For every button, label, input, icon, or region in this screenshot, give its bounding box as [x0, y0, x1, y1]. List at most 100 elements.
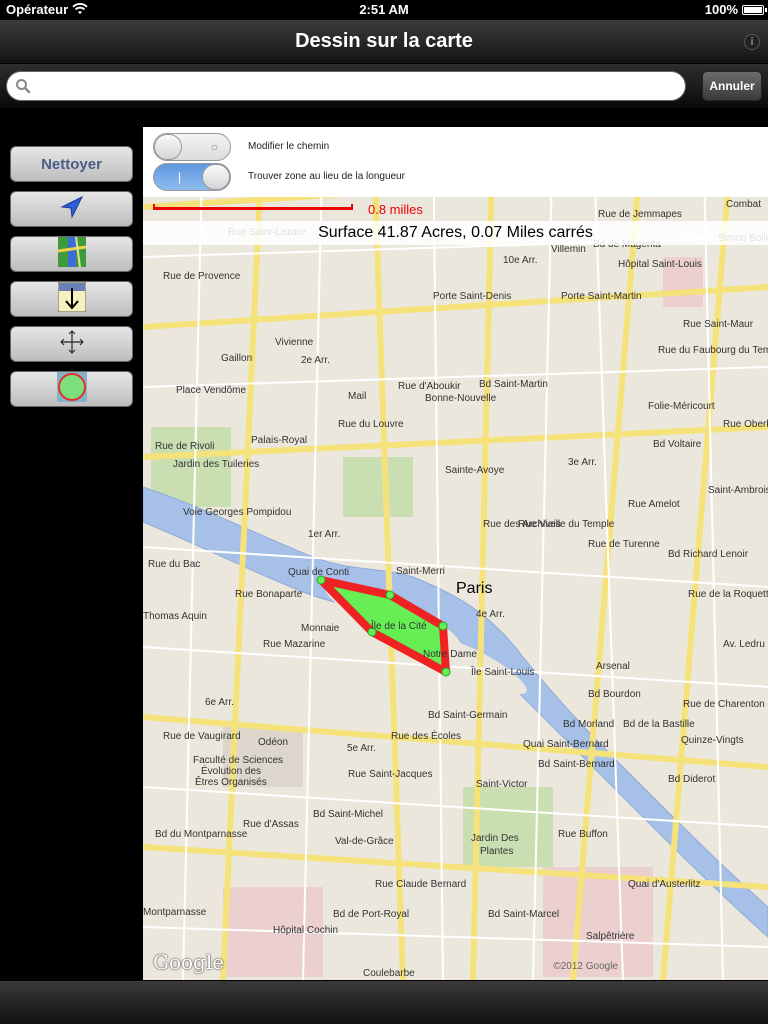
drop-down-arrow-icon — [57, 281, 86, 317]
map-place-label: Jardin Des — [471, 833, 519, 844]
map-place-label: Bd du Montparnasse — [155, 829, 248, 840]
map-place-label: Rue de Vaugirard — [163, 731, 241, 742]
map-place-label: Rue Mazarine — [263, 639, 326, 650]
polygon-vertex[interactable] — [385, 590, 395, 600]
map-place-label: Sainte-Avoye — [445, 465, 505, 476]
map-place-label: Rue Buffon — [558, 829, 608, 840]
map-place-label: Coulebarbe — [363, 968, 415, 979]
clear-button[interactable]: Nettoyer — [10, 146, 133, 182]
map-canvas[interactable]: CombatRue Saint-LazareSimon BolivarVille… — [143, 127, 768, 980]
map-place-label: Bd Saint-Michel — [313, 809, 383, 820]
battery-percent: 100% — [704, 2, 738, 17]
map-place-label: Salpêtrière — [586, 931, 635, 942]
map-place-label: Val-de-Grâce — [335, 836, 394, 847]
map-place-label: Odéon — [258, 737, 288, 748]
google-logo: Google — [153, 950, 225, 974]
map-place-label: Jardin des Tuileries — [173, 459, 259, 470]
map-place-label: Voie Georges Pompidou — [183, 507, 291, 518]
map-place-label: Île Saint-Louis — [470, 665, 534, 678]
map-place-label: Rue du Faubourg du Temple — [658, 345, 768, 356]
map-place-label: Quai d'Austerlitz — [628, 879, 701, 890]
map-place-label: Mail — [348, 391, 366, 402]
map-place-label: 2e Arr. — [301, 355, 330, 366]
map-place-label: Porte Saint-Martin — [561, 291, 642, 302]
map-place-label: Palais-Royal — [251, 435, 307, 446]
map-place-label: Rue de Rivoli — [155, 441, 214, 452]
battery-icon — [742, 5, 767, 15]
park-palais-royal — [343, 457, 413, 517]
info-icon[interactable]: i — [744, 34, 760, 50]
search-input[interactable] — [37, 76, 677, 98]
tool-sidebar: Nettoyer — [0, 108, 143, 980]
map-place-label: Av. Ledru Rollin — [723, 639, 768, 650]
switch-knob — [202, 164, 230, 190]
map-place-label: Bd Bourdon — [588, 689, 641, 700]
map-place-label: Rue de Provence — [163, 271, 241, 282]
map-place-label: Île de la Cité — [370, 619, 427, 632]
map-place-label: Êtres Organisés — [195, 775, 267, 788]
map-place-label: Rue de Turenne — [588, 539, 660, 550]
polygon-vertex[interactable] — [438, 621, 448, 631]
map-place-label: Rue Bonaparte — [235, 589, 303, 600]
map-place-label: Rue des Archives — [483, 519, 561, 530]
map-place-label: Rue Saint-Jacques — [348, 769, 433, 780]
map-place-label: Bd de Port-Royal — [333, 909, 409, 920]
map-place-label: Bd Richard Lenoir — [668, 549, 749, 560]
map-place-label: Rue de la Roquette — [688, 589, 768, 600]
map-place-label: Rue Oberkampf — [723, 419, 768, 430]
switch-off-mark-icon: ○ — [210, 140, 218, 154]
navigation-bar: Dessin sur la carte i — [0, 20, 768, 64]
surface-result: Surface 41.87 Acres, 0.07 Miles carrés — [143, 221, 768, 245]
cancel-button[interactable]: Annuler — [702, 71, 762, 101]
map-place-label: Quai de Conti — [288, 567, 349, 578]
map-place-label: Place Vendôme — [176, 385, 246, 396]
map-place-label: Rue de Jemmapes — [598, 209, 682, 220]
map-place-label: Bd Saint-Martin — [479, 379, 548, 390]
map-place-label: Monnaie — [301, 623, 340, 634]
switch-on-mark-icon: | — [178, 170, 182, 184]
map-place-label: Villemin — [551, 244, 586, 255]
modify-path-label: Modifier le chemin — [248, 141, 330, 152]
map-place-label: Quai Saint-Bernard — [523, 739, 609, 750]
scale-bar — [153, 204, 353, 210]
search-field[interactable] — [6, 71, 686, 101]
map-view[interactable]: CombatRue Saint-LazareSimon BolivarVille… — [143, 127, 768, 980]
map-place-label: Rue Saint-Maur — [683, 319, 754, 330]
map-place-label: Rue d'Assas — [243, 819, 299, 830]
map-place-label: Rue du Bac — [148, 559, 200, 570]
map-place-label: 5e Arr. — [347, 743, 376, 754]
map-place-label: Bd Saint-Bernard — [538, 759, 615, 770]
map-place-label: Bd de la Bastille — [623, 719, 695, 730]
clock: 2:51 AM — [359, 2, 409, 17]
location-arrow-icon — [59, 195, 84, 224]
map-place-label: Notre Dame — [423, 649, 477, 660]
find-area-label: Trouver zone au lieu de la longueur — [248, 171, 405, 182]
map-place-label: Bonne-Nouvelle — [425, 393, 497, 404]
pan-button[interactable] — [10, 326, 133, 362]
page-title: Dessin sur la carte — [295, 30, 473, 52]
map-place-label: Hôpital Cochin — [273, 925, 338, 936]
map-place-label: Gaillon — [221, 353, 252, 364]
status-bar: Opérateur 2:51 AM 100% — [0, 0, 768, 20]
drop-pin-button[interactable] — [10, 281, 133, 317]
map-type-icon — [57, 236, 86, 272]
map-place-label: 3e Arr. — [568, 457, 597, 468]
options-panel: ○ Modifier le chemin | Trouver zone au l… — [143, 127, 768, 197]
map-place-label: Saint-Merri — [396, 566, 445, 577]
map-type-button[interactable] — [10, 236, 133, 272]
map-place-label: 1er Arr. — [308, 529, 340, 540]
map-place-label: Paris — [456, 580, 492, 597]
map-place-label: Montparnasse — [143, 907, 207, 918]
find-area-switch[interactable]: | — [153, 163, 231, 191]
map-place-label: Rue d'Aboukir — [398, 381, 461, 392]
map-place-label: Porte Saint-Denis — [433, 291, 511, 302]
fill-area-button[interactable] — [10, 371, 133, 407]
map-place-label: Rue Claude Bernard — [375, 879, 466, 890]
locate-button[interactable] — [10, 191, 133, 227]
map-place-label: Folie-Méricourt — [648, 401, 715, 412]
modify-path-switch[interactable]: ○ — [153, 133, 231, 161]
map-place-label: Évolution des — [201, 764, 261, 777]
map-place-label: 10e Arr. — [503, 255, 537, 266]
polygon-vertex[interactable] — [441, 667, 451, 677]
move-arrows-icon — [59, 329, 85, 360]
